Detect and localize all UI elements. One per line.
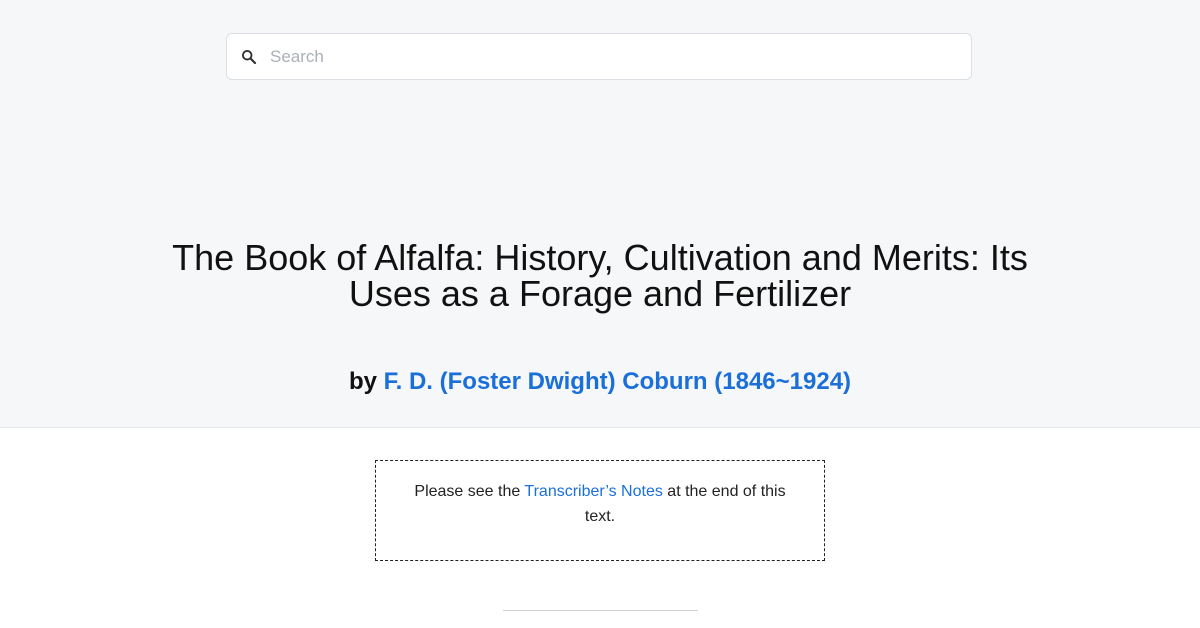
transcriber-note-box: Please see the Transcriber’s Notes at th… [375, 460, 825, 561]
search-box[interactable] [226, 33, 972, 80]
section-divider [503, 610, 698, 611]
byline: by F. D. (Foster Dwight) Coburn (1846~19… [100, 367, 1100, 397]
transcribers-notes-link[interactable]: Transcriber’s Notes [524, 483, 662, 500]
search-input[interactable] [270, 34, 960, 79]
note-text-before: Please see the [414, 483, 525, 500]
header-region: The Book of Alfalfa: History, Cultivatio… [0, 0, 1200, 428]
author-link[interactable]: F. D. (Foster Dwight) Coburn (1846~1924) [384, 368, 851, 395]
search-icon[interactable] [241, 49, 257, 65]
book-title: The Book of Alfalfa: History, Cultivatio… [172, 237, 1028, 314]
byline-prefix: by [348, 368, 384, 395]
